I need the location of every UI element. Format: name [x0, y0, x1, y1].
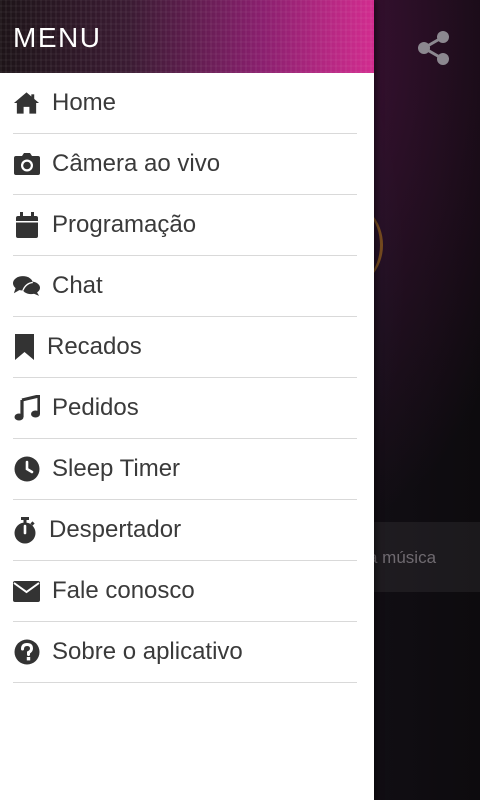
drawer-header: MENU [0, 0, 374, 73]
menu-item-schedule[interactable]: Programação [13, 195, 357, 256]
menu-item-home[interactable]: Home [13, 73, 357, 134]
navigation-drawer: MENU Home Câmera ao vivo Programação Cha… [0, 0, 374, 800]
background-partial-text: a música [374, 548, 437, 567]
menu-item-label: Home [52, 89, 117, 116]
menu-item-label: Fale conosco [52, 577, 195, 604]
menu-title: MENU [13, 22, 102, 53]
music-icon [13, 395, 40, 422]
menu-item-label: Recados [47, 333, 142, 360]
menu-item-label: Chat [52, 272, 103, 299]
question-icon [13, 639, 40, 666]
menu-item-label: Sleep Timer [52, 455, 181, 482]
clock-icon [13, 456, 40, 483]
camera-icon [13, 151, 40, 178]
menu-item-label: Câmera ao vivo [52, 150, 221, 177]
menu-item-label: Sobre o aplicativo [52, 638, 243, 665]
menu-item-requests[interactable]: Pedidos [13, 378, 357, 439]
menu-item-messages[interactable]: Recados [13, 317, 357, 378]
menu-item-about[interactable]: Sobre o aplicativo [13, 622, 357, 683]
menu-item-label: Despertador [49, 516, 182, 543]
menu-item-chat[interactable]: Chat [13, 256, 357, 317]
menu-item-label: Pedidos [52, 394, 139, 421]
stopwatch-icon [13, 516, 37, 544]
calendar-icon [13, 212, 40, 239]
bookmark-icon [13, 334, 35, 361]
menu-item-sleep-timer[interactable]: Sleep Timer [13, 439, 357, 500]
envelope-icon [13, 578, 40, 605]
share-icon[interactable] [416, 30, 452, 66]
chat-icon [13, 273, 40, 300]
menu-list: Home Câmera ao vivo Programação Chat Rec [0, 73, 374, 683]
menu-item-camera[interactable]: Câmera ao vivo [13, 134, 357, 195]
home-icon [13, 90, 40, 117]
menu-item-label: Programação [52, 211, 197, 238]
menu-item-contact[interactable]: Fale conosco [13, 561, 357, 622]
menu-item-alarm[interactable]: Despertador [13, 500, 357, 561]
